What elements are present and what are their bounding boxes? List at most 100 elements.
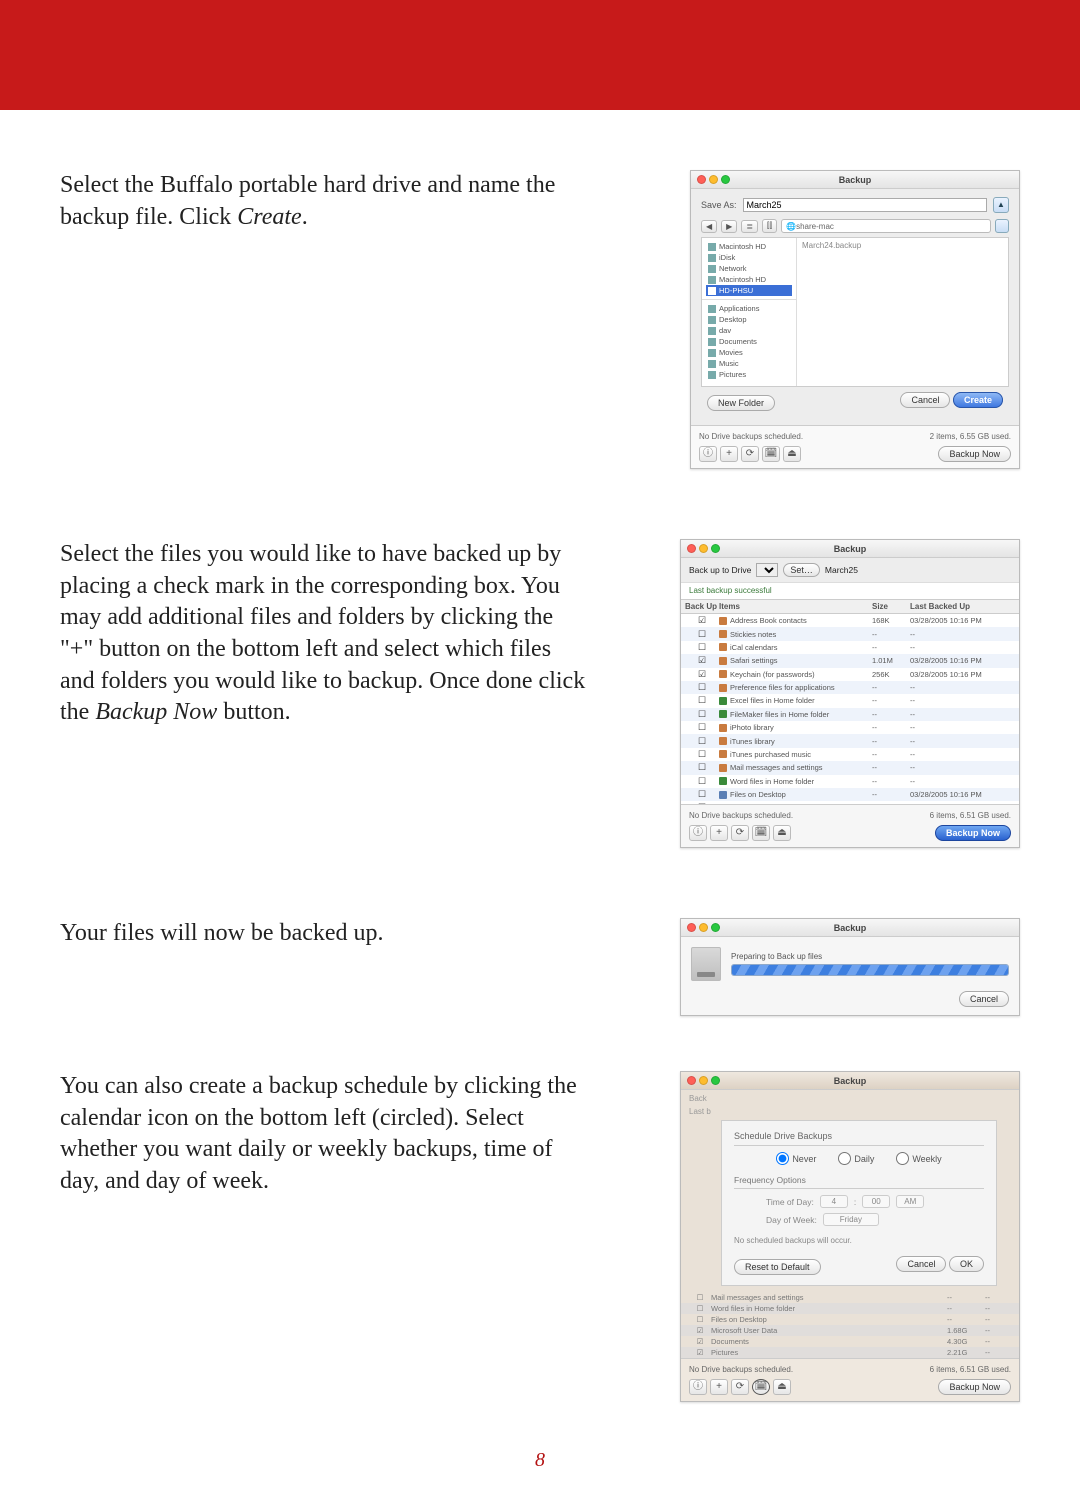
set-button[interactable]: Set… (783, 563, 820, 577)
sidebar-item[interactable]: HD-PHSU (706, 285, 792, 296)
sidebar-item[interactable]: Macintosh HD (706, 274, 792, 285)
cancel-button[interactable]: Cancel (896, 1256, 946, 1272)
checkbox[interactable]: ☐ (685, 709, 719, 720)
view-col-button[interactable]: ⫿⫿ (762, 219, 777, 233)
add-button[interactable]: + (710, 1379, 728, 1395)
list-item: ☑Documents4.30G-- (681, 1336, 1019, 1347)
checkbox[interactable]: ☐ (685, 642, 719, 653)
info-button[interactable]: ⓘ (699, 446, 717, 462)
info-button[interactable]: ⓘ (689, 1379, 707, 1395)
backup-now-button[interactable]: Backup Now (938, 446, 1011, 462)
checkbox[interactable]: ☑ (685, 669, 719, 680)
schedule-button[interactable]: 🗓 (752, 825, 770, 841)
list-item[interactable]: ☐Word files in Home folder---- (681, 775, 1019, 788)
sidebar-item[interactable]: Music (706, 358, 792, 369)
sidebar-item[interactable]: Network (706, 263, 792, 274)
list-item[interactable]: ☐Stickies notes---- (681, 627, 1019, 640)
checkbox[interactable]: ☐ (685, 682, 719, 693)
create-button[interactable]: Create (953, 392, 1003, 408)
list-item[interactable]: ☐Files on Desktop--03/28/2005 10:16 PM (681, 788, 1019, 801)
backup-now-button[interactable]: Backup Now (938, 1379, 1011, 1395)
backup-now-button[interactable]: Backup Now (935, 825, 1011, 841)
sidebar-item[interactable]: iDisk (706, 252, 792, 263)
reset-default-button[interactable]: Reset to Default (734, 1259, 821, 1275)
radio-daily[interactable]: Daily (838, 1152, 874, 1165)
ok-button[interactable]: OK (949, 1256, 984, 1272)
refresh-button[interactable]: ⟳ (731, 1379, 749, 1395)
window-title: Backup (834, 1076, 867, 1086)
close-icon[interactable] (687, 544, 696, 553)
backup-destination-select[interactable] (756, 563, 778, 577)
checkbox[interactable]: ☑ (685, 802, 719, 804)
list-item[interactable]: ☐Mail messages and settings---- (681, 761, 1019, 774)
minimize-icon[interactable] (709, 175, 718, 184)
eject-button[interactable]: ⏏ (773, 1379, 791, 1395)
list-item[interactable]: ☑Safari settings1.01M03/28/2005 10:16 PM (681, 654, 1019, 667)
sidebar-item[interactable]: Desktop (706, 314, 792, 325)
list-item[interactable]: ☐Preference files for applications---- (681, 681, 1019, 694)
checkbox[interactable]: ☐ (685, 749, 719, 760)
minimize-icon[interactable] (699, 923, 708, 932)
new-folder-button[interactable]: New Folder (707, 395, 775, 411)
checkbox[interactable]: ☐ (685, 629, 719, 640)
location-chevron-icon[interactable] (995, 219, 1009, 233)
minimize-icon[interactable] (699, 1076, 708, 1085)
checkbox[interactable]: ☐ (685, 736, 719, 747)
eject-button[interactable]: ⏏ (783, 446, 801, 462)
minimize-icon[interactable] (699, 544, 708, 553)
list-item[interactable]: ☐iTunes purchased music---- (681, 748, 1019, 761)
sidebar-item[interactable]: Applications (706, 303, 792, 314)
list-item[interactable]: ☑Keychain (for passwords)256K03/28/2005 … (681, 668, 1019, 681)
sidebar-item[interactable]: Documents (706, 336, 792, 347)
schedule-button-circled[interactable]: 🗓 (752, 1379, 770, 1395)
close-icon[interactable] (697, 175, 706, 184)
minute-select[interactable]: 00 (862, 1195, 890, 1208)
cancel-button[interactable]: Cancel (900, 392, 950, 408)
refresh-button[interactable]: ⟳ (741, 446, 759, 462)
list-item[interactable]: ☐iPhoto library---- (681, 721, 1019, 734)
file-item[interactable]: March24.backup (802, 241, 861, 250)
checkbox[interactable]: ☑ (685, 615, 719, 626)
list-item[interactable]: ☐iCal calendars---- (681, 641, 1019, 654)
window-title: Backup (839, 175, 872, 185)
zoom-icon[interactable] (711, 923, 720, 932)
list-item[interactable]: ☑Microsoft User Data1.68G03/28/2005 10:1… (681, 801, 1019, 804)
nav-back-button[interactable]: ◀ (701, 220, 717, 233)
zoom-icon[interactable] (711, 544, 720, 553)
save-as-input[interactable] (743, 198, 987, 212)
close-icon[interactable] (687, 923, 696, 932)
checkbox[interactable]: ☐ (685, 762, 719, 773)
checkbox[interactable]: ☑ (685, 655, 719, 666)
list-item[interactable]: ☐FileMaker files in Home folder---- (681, 708, 1019, 721)
disclosure-button[interactable]: ▲ (993, 197, 1009, 213)
schedule-button[interactable]: 🗓 (762, 446, 780, 462)
view-icon-button[interactable]: ≣ (741, 220, 758, 233)
add-button[interactable]: + (720, 446, 738, 462)
eject-button[interactable]: ⏏ (773, 825, 791, 841)
nav-fwd-button[interactable]: ▶ (721, 220, 737, 233)
ampm-select[interactable]: AM (896, 1195, 924, 1208)
sidebar-item[interactable]: Movies (706, 347, 792, 358)
cancel-button[interactable]: Cancel (959, 991, 1009, 1007)
checkbox[interactable]: ☐ (685, 789, 719, 800)
refresh-button[interactable]: ⟳ (731, 825, 749, 841)
checkbox[interactable]: ☐ (685, 776, 719, 787)
checkbox[interactable]: ☐ (685, 695, 719, 706)
list-item[interactable]: ☑Address Book contacts168K03/28/2005 10:… (681, 614, 1019, 627)
radio-weekly[interactable]: Weekly (896, 1152, 941, 1165)
list-item[interactable]: ☐Excel files in Home folder---- (681, 694, 1019, 707)
sidebar-item[interactable]: Pictures (706, 369, 792, 380)
radio-never[interactable]: Never (776, 1152, 816, 1165)
sidebar-item[interactable]: dav (706, 325, 792, 336)
add-button[interactable]: + (710, 825, 728, 841)
list-item[interactable]: ☐iTunes library---- (681, 734, 1019, 747)
info-button[interactable]: ⓘ (689, 825, 707, 841)
sidebar-item[interactable]: Macintosh HD (706, 241, 792, 252)
day-of-week-select[interactable]: Friday (823, 1213, 879, 1226)
hour-select[interactable]: 4 (820, 1195, 848, 1208)
location-popup[interactable]: 🌐 share-mac (781, 219, 991, 233)
close-icon[interactable] (687, 1076, 696, 1085)
zoom-icon[interactable] (711, 1076, 720, 1085)
zoom-icon[interactable] (721, 175, 730, 184)
checkbox[interactable]: ☐ (685, 722, 719, 733)
